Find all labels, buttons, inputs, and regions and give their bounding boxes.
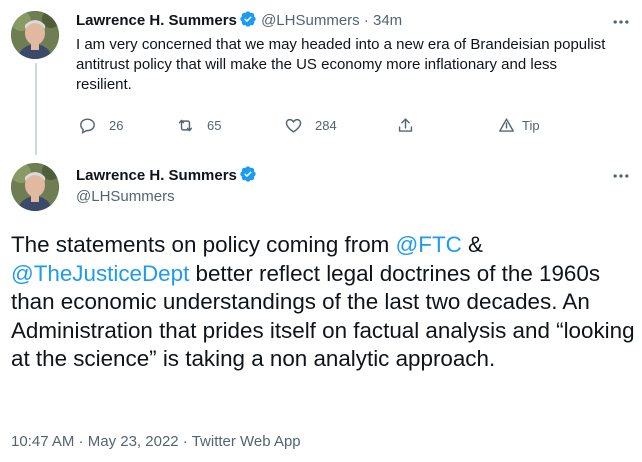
retweet-count: 65	[207, 117, 222, 133]
retweet-button[interactable]: 65	[176, 114, 221, 136]
thread-connector-line	[35, 63, 37, 155]
tweet-text-part: &	[461, 232, 483, 257]
author-name[interactable]: Lawrence H. Summers	[76, 167, 237, 184]
tweet-source[interactable]: Twitter Web App	[192, 433, 301, 450]
reply-count: 26	[109, 117, 124, 133]
more-options-icon[interactable]	[611, 12, 631, 32]
like-count: 284	[315, 117, 337, 133]
tweet-time[interactable]: 10:47 AM	[11, 433, 74, 450]
mention-link-justice-dept[interactable]: @TheJusticeDept	[11, 261, 189, 286]
mention-link-ftc[interactable]: @FTC	[396, 232, 462, 257]
author-name[interactable]: Lawrence H. Summers	[76, 12, 237, 29]
separator-dot: ·	[74, 433, 88, 450]
tweet-metadata: 10:47 AM · May 23, 2022 · Twitter Web Ap…	[11, 433, 301, 450]
tweet-text-part: The statements on policy coming from	[11, 232, 396, 257]
share-button[interactable]	[396, 114, 415, 136]
retweet-icon	[178, 119, 193, 131]
separator-dot: ·	[363, 12, 369, 29]
author-handle[interactable]: @LHSummers	[261, 12, 360, 29]
reply-icon	[80, 117, 95, 134]
avatar[interactable]	[11, 11, 59, 59]
reply-button[interactable]: 26	[78, 114, 123, 136]
tweet-header: Lawrence H. Summers	[76, 165, 257, 185]
tweet-text: The statements on policy coming from @FT…	[11, 231, 636, 374]
tip-label: Tip	[522, 117, 540, 133]
separator-dot: ·	[178, 433, 192, 450]
tip-icon	[499, 117, 514, 132]
verified-badge-icon	[240, 166, 256, 182]
like-button[interactable]: 284	[284, 114, 337, 136]
tip-button[interactable]: Tip	[497, 114, 540, 136]
tweet-header: Lawrence H. Summers @LHSummers · 34m	[76, 10, 402, 29]
verified-badge-icon	[240, 11, 256, 27]
more-options-icon[interactable]	[611, 166, 631, 186]
tweet-timestamp[interactable]: 34m	[373, 12, 402, 29]
tweet-date[interactable]: May 23, 2022	[88, 433, 179, 450]
tweet-text: I am very concerned that we may headed i…	[76, 36, 606, 93]
avatar[interactable]	[11, 163, 59, 211]
author-handle[interactable]: @LHSummers	[76, 188, 175, 205]
share-icon	[398, 117, 413, 132]
heart-icon	[285, 118, 302, 133]
